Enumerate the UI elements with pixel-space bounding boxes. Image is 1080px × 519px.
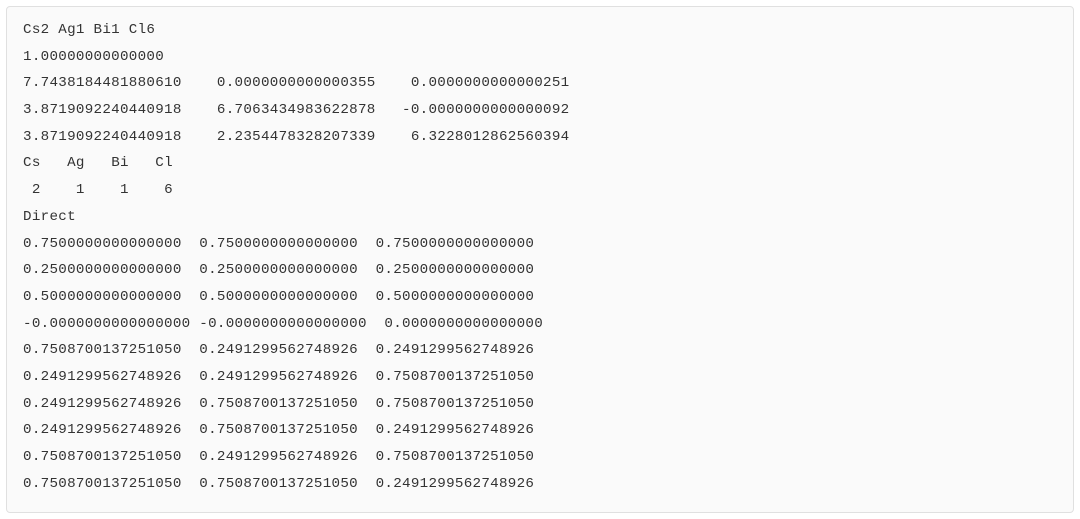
mode-line: Direct [23,209,76,225]
poscar-code-block: Cs2 Ag1 Bi1 Cl6 1.00000000000000 7.74381… [6,6,1074,513]
lattice-c-line: 3.8719092240440918 2.2354478328207339 6.… [23,129,570,145]
lattice-a-line: 7.7438184481880610 0.0000000000000355 0.… [23,75,570,91]
position-row: 0.2491299562748926 0.7508700137251050 0.… [23,422,534,438]
counts-line: 2 1 1 6 [23,182,173,198]
position-row: 0.7508700137251050 0.2491299562748926 0.… [23,342,534,358]
position-row: 0.7508700137251050 0.2491299562748926 0.… [23,449,534,465]
position-row: 0.5000000000000000 0.5000000000000000 0.… [23,289,534,305]
scale-line: 1.00000000000000 [23,49,164,65]
position-row: 0.7508700137251050 0.7508700137251050 0.… [23,476,534,492]
position-row: 0.2500000000000000 0.2500000000000000 0.… [23,262,534,278]
position-row: 0.2491299562748926 0.7508700137251050 0.… [23,396,534,412]
lattice-b-line: 3.8719092240440918 6.7063434983622878 -0… [23,102,570,118]
position-row: 0.2491299562748926 0.2491299562748926 0.… [23,369,534,385]
position-row: 0.7500000000000000 0.7500000000000000 0.… [23,236,534,252]
comment-line: Cs2 Ag1 Bi1 Cl6 [23,22,155,38]
elements-line: Cs Ag Bi Cl [23,155,173,171]
position-row: -0.0000000000000000 -0.0000000000000000 … [23,316,543,332]
